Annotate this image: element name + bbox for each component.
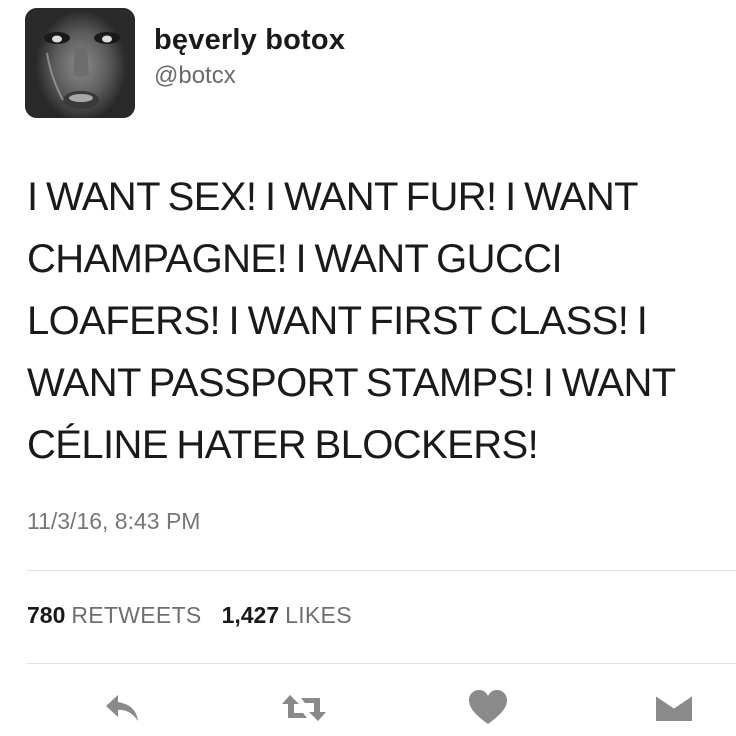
- tweet-text: I WANT SEX! I WANT FUR! I WANT CHAMPAGNE…: [27, 175, 676, 467]
- reply-button[interactable]: [100, 688, 146, 728]
- tweet-timestamp[interactable]: 11/3/16, 8:43 PM: [27, 508, 200, 535]
- heart-icon: [469, 690, 507, 724]
- retweet-button[interactable]: [281, 688, 327, 728]
- retweets-label[interactable]: RETWEETS: [71, 602, 201, 628]
- likes-count[interactable]: 1,427: [222, 602, 280, 628]
- divider: [27, 570, 736, 571]
- tweet-card: bęverly botox @botcx I WANT SEX! I WANT …: [0, 0, 736, 736]
- envelope-icon: [655, 693, 693, 721]
- avatar[interactable]: [25, 8, 135, 118]
- action-bar: [0, 680, 736, 736]
- likes-label[interactable]: LIKES: [285, 602, 352, 628]
- display-name[interactable]: bęverly botox: [154, 24, 345, 57]
- profile-photo-icon: [25, 8, 135, 118]
- retweets-count[interactable]: 780: [27, 602, 65, 628]
- engagement-stats: 780 RETWEETS 1,427 LIKES: [27, 602, 372, 629]
- user-handle[interactable]: @botcx: [154, 62, 236, 90]
- retweet-icon: [282, 695, 326, 721]
- divider: [27, 663, 736, 664]
- like-button[interactable]: [465, 688, 511, 728]
- direct-message-button[interactable]: [651, 688, 697, 728]
- reply-icon: [106, 695, 138, 721]
